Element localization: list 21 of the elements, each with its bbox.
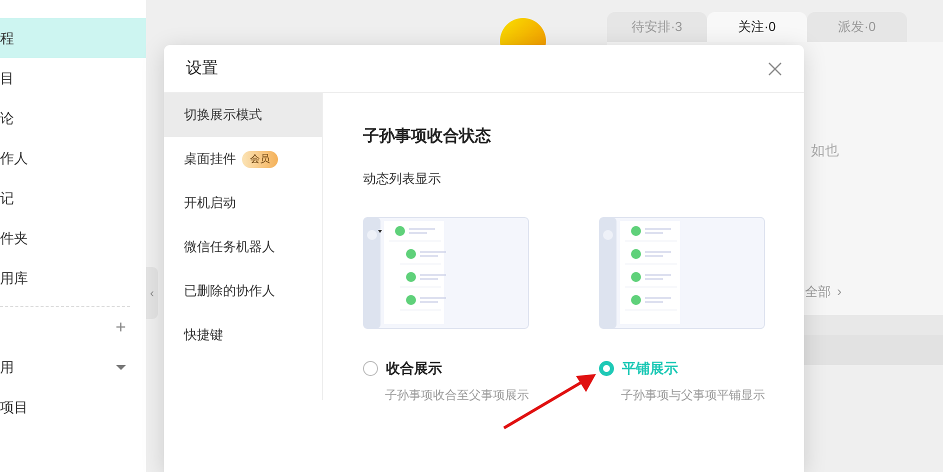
option-label[interactable]: 收合展示 xyxy=(386,358,442,378)
section-heading: 子孙事项收合状态 xyxy=(363,126,492,147)
option-description: 子孙事项与父事项平铺显示 xyxy=(621,386,765,404)
settings-nav-item[interactable]: 切换展示模式 xyxy=(164,93,322,137)
nav-label: 桌面挂件 xyxy=(184,150,236,168)
section-label[interactable]: 项目 xyxy=(0,396,28,418)
empty-text: 如也 xyxy=(811,141,839,160)
radio-button[interactable] xyxy=(363,360,378,376)
caret-icon[interactable] xyxy=(116,364,126,370)
member-badge: 会员 xyxy=(242,150,278,168)
dialog-title: 设置 xyxy=(186,58,218,78)
section-subheading: 动态列表显示 xyxy=(363,170,442,188)
add-icon[interactable]: + xyxy=(115,318,126,336)
sidebar-item[interactable]: 程 xyxy=(0,18,146,58)
layout-preview[interactable] xyxy=(599,216,765,328)
tab[interactable]: 关注·0 xyxy=(707,12,807,42)
radio-button[interactable] xyxy=(599,360,614,376)
section-label[interactable]: 用 xyxy=(0,356,14,378)
close-icon[interactable] xyxy=(768,62,782,76)
layout-preview[interactable] xyxy=(363,216,529,328)
option-description: 子孙事项收合至父事项展示 xyxy=(385,386,529,404)
